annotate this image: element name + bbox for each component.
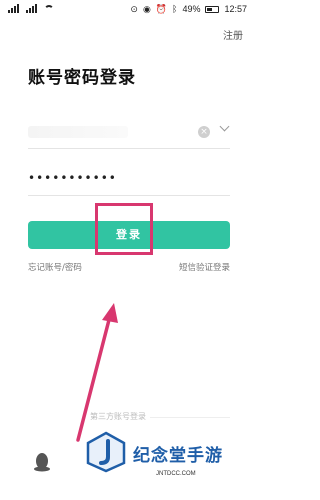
watermark-logo-icon (86, 431, 126, 473)
third-party-divider (150, 417, 230, 418)
third-party-label: 第三方账号登录 (90, 412, 146, 421)
watermark-url: JNTDCC.COM (156, 471, 196, 477)
qq-icon[interactable] (33, 452, 51, 472)
watermark-title: 纪念堂手游 (133, 446, 223, 466)
watermark: 纪念堂手游 JNTDCC.COM (78, 423, 254, 497)
